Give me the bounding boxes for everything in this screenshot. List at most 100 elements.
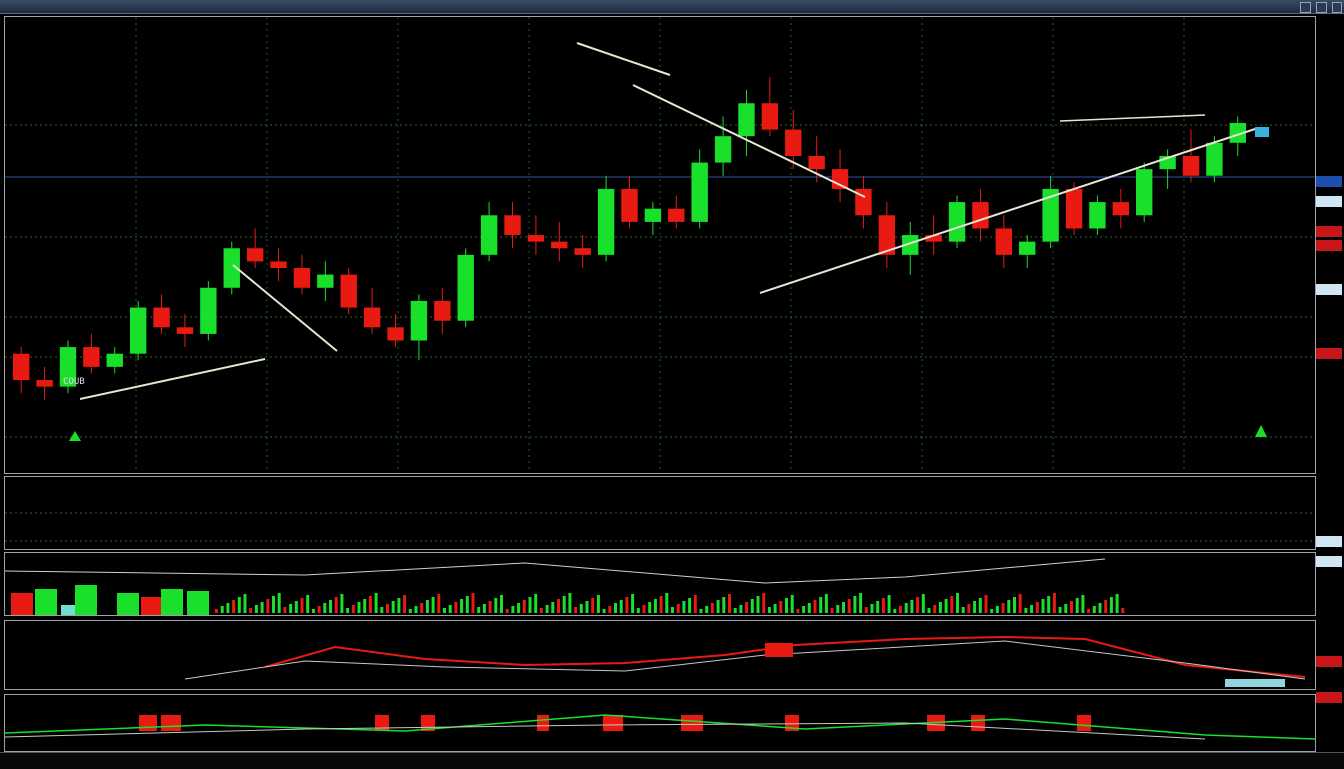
candle-body [597, 188, 615, 255]
volume-bar [990, 609, 994, 613]
volume-bar [847, 599, 851, 613]
volume-bar [488, 601, 492, 613]
volume-bar [688, 598, 692, 613]
volume-bar [710, 603, 714, 613]
title-bar [0, 0, 1344, 14]
volume-bar [220, 606, 224, 613]
volume-bar [1070, 601, 1073, 613]
volume-average-line [5, 558, 1106, 584]
candle-body [1206, 142, 1223, 176]
volume-bar [1087, 609, 1091, 613]
volume-bar [910, 600, 914, 613]
volume-bar [277, 593, 281, 613]
volume-block [187, 591, 209, 615]
volume-bar [272, 596, 275, 613]
volume-bar [283, 607, 287, 613]
volume-bar [579, 604, 583, 613]
volume-bar [460, 599, 464, 613]
volume-bar [887, 595, 891, 613]
volume-bar [728, 594, 731, 613]
candle-body [13, 353, 30, 381]
volume-bar [391, 601, 395, 613]
indicator-panel-4[interactable] [4, 694, 1316, 752]
minimize-button[interactable] [1300, 2, 1311, 13]
candle-body [106, 353, 123, 367]
volume-bar [682, 601, 686, 613]
volume-bar [944, 599, 948, 613]
volume-bar [876, 601, 880, 613]
signal-block [603, 715, 623, 731]
signal-line-green [5, 714, 1315, 740]
signal-arrow-right [1255, 425, 1267, 437]
volume-bar [431, 597, 435, 613]
volume-bar [705, 606, 709, 613]
volume-bar [1098, 603, 1102, 613]
maximize-button[interactable] [1316, 2, 1327, 13]
volume-bar [443, 608, 446, 613]
price-tag [1316, 656, 1342, 667]
candle-body [761, 103, 779, 130]
signal-block [161, 715, 181, 731]
price-tag [1316, 284, 1342, 295]
candle-body [36, 380, 53, 387]
volume-bar [414, 606, 418, 613]
volume-bar [608, 606, 612, 613]
volume-bar [374, 593, 378, 613]
volume-bar [408, 609, 412, 613]
volume-bar [813, 600, 817, 613]
volume-bar [722, 597, 726, 613]
indicator-panel-2[interactable] [4, 552, 1316, 616]
volume-bar [973, 601, 977, 613]
volume-bar [585, 601, 589, 613]
close-button[interactable] [1332, 2, 1342, 13]
trendline-top [576, 42, 671, 76]
candle-body [644, 208, 662, 222]
volume-bar [340, 594, 344, 613]
candle-body [340, 274, 357, 308]
price-tag [1316, 536, 1342, 547]
volume-bar [830, 608, 834, 613]
oscillator-block-cyan [1225, 679, 1285, 687]
volume-block [75, 585, 97, 615]
volume-bar [266, 599, 270, 613]
indicator-panel-1[interactable] [4, 476, 1316, 550]
volume-bar [881, 598, 885, 613]
volume-bar [1035, 602, 1039, 613]
volume-bar [893, 609, 897, 613]
volume-bar [899, 606, 902, 613]
volume-bar [978, 598, 982, 613]
volume-bar [671, 607, 674, 613]
volume-bar [842, 602, 845, 613]
volume-bar [505, 609, 509, 613]
signal-block [681, 715, 703, 731]
volume-bar [517, 603, 521, 613]
volume-bar [351, 605, 355, 613]
price-tag [1316, 196, 1342, 207]
volume-bar [836, 605, 840, 613]
volume-bar [870, 604, 874, 613]
volume-bar [574, 607, 578, 613]
price-chart-pane[interactable]: COUB [4, 16, 1316, 474]
candle-body [270, 261, 287, 269]
candle-body [129, 307, 147, 354]
volume-bar [465, 596, 469, 613]
volume-bar [802, 606, 806, 613]
signal-block [139, 715, 157, 731]
candle-body [527, 235, 545, 242]
volume-bar [916, 597, 920, 613]
volume-bar [938, 602, 942, 613]
volume-bar [995, 606, 999, 613]
volume-bar [557, 599, 560, 613]
candle-body [387, 327, 404, 341]
price-chart[interactable] [5, 17, 1315, 473]
volume-bar [591, 598, 595, 613]
volume-bar [260, 602, 264, 613]
volume-bar [1104, 600, 1108, 613]
volume-bar [477, 607, 481, 613]
volume-bar [767, 607, 771, 613]
candle-body [363, 307, 381, 328]
volume-bar [545, 605, 549, 613]
signal-block [1077, 715, 1091, 731]
volume-bar [403, 595, 407, 613]
indicator-panel-3[interactable] [4, 620, 1316, 690]
